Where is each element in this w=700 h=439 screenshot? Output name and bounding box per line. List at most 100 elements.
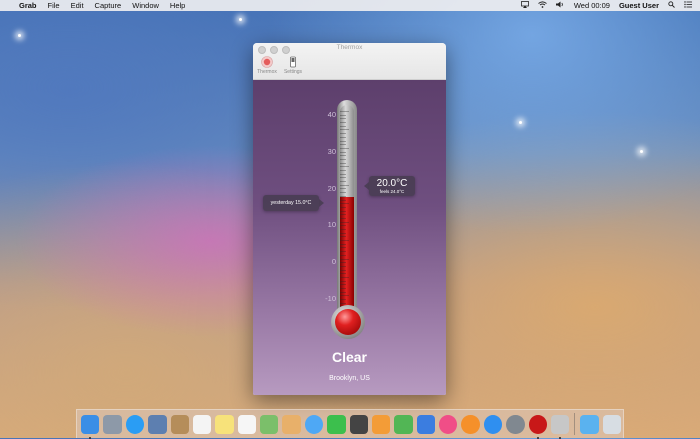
weather-condition: Clear — [331, 349, 368, 365]
preview-icon[interactable] — [148, 414, 167, 434]
tick-mark — [340, 195, 346, 197]
photo-booth-icon[interactable] — [349, 414, 368, 434]
spotlight-search-icon[interactable] — [668, 1, 675, 10]
tick-mark — [340, 258, 349, 260]
tick-mark — [340, 206, 346, 208]
tick-mark — [340, 151, 346, 153]
tick-mark — [340, 295, 349, 297]
thermometer-bulb — [335, 309, 361, 335]
settings-switch-icon — [287, 56, 299, 68]
toolbar-thermox-label: Thermox — [257, 69, 277, 75]
tick-mark — [340, 129, 349, 131]
dock-separator — [574, 413, 576, 435]
wallpaper-star — [18, 34, 21, 37]
tick-mark — [340, 299, 346, 301]
volume-icon[interactable] — [555, 1, 565, 10]
toolbar-settings-button[interactable]: Settings — [281, 56, 305, 75]
app-store-icon[interactable] — [483, 414, 503, 434]
thermometer-ticks — [340, 111, 360, 316]
window-titlebar[interactable]: Thermox Thermox Settings — [253, 43, 446, 80]
tick-mark — [340, 158, 346, 160]
downloads-folder-icon[interactable] — [580, 414, 599, 434]
tick-mark — [340, 240, 349, 242]
tick-mark — [340, 114, 346, 116]
tick-mark — [340, 273, 346, 275]
thermox-window: Thermox Thermox Settings 40 30 20 10 0 -… — [253, 43, 446, 395]
menu-bar: Grab File Edit Capture Window Help Wed 0… — [0, 0, 700, 11]
tick-mark — [340, 184, 349, 186]
numbers-icon[interactable] — [394, 414, 413, 434]
launchpad-icon[interactable] — [103, 414, 122, 434]
messages-icon[interactable] — [304, 414, 324, 434]
menu-edit[interactable]: Edit — [71, 1, 84, 10]
scale-label: 10 — [327, 220, 336, 229]
tick-mark — [340, 147, 349, 149]
clock[interactable]: Wed 00:09 — [574, 1, 610, 10]
feels-like-temperature: feels 24.0°C — [379, 189, 405, 194]
system-preferences-icon[interactable] — [506, 414, 525, 434]
tick-mark — [340, 232, 346, 234]
tick-mark — [340, 243, 346, 245]
tick-mark — [340, 221, 349, 223]
wallpaper-star — [640, 150, 643, 153]
menu-file[interactable]: File — [48, 1, 60, 10]
tick-mark — [340, 254, 346, 256]
wifi-icon[interactable] — [538, 1, 547, 10]
tick-mark — [340, 173, 346, 175]
menu-window[interactable]: Window — [132, 1, 159, 10]
thermox-icon[interactable] — [528, 414, 547, 439]
tick-mark — [340, 262, 346, 264]
safari-icon[interactable] — [125, 414, 145, 434]
grab-icon[interactable] — [550, 414, 570, 439]
current-temperature: 20.0°C — [376, 178, 408, 189]
airplay-icon[interactable] — [520, 1, 529, 10]
trash-icon[interactable] — [602, 414, 621, 434]
tick-mark — [340, 144, 346, 146]
ibooks-icon[interactable] — [461, 414, 480, 434]
photos-icon[interactable] — [282, 414, 301, 434]
weather-location: Brooklyn, US — [329, 375, 370, 382]
tick-mark — [340, 217, 346, 219]
weather-panel: 40 30 20 10 0 -10 20.0°C feels 24.0°C ye… — [253, 80, 446, 395]
tick-mark — [340, 133, 346, 135]
tick-mark — [340, 155, 346, 157]
itunes-icon[interactable] — [439, 414, 458, 434]
toolbar-settings-label: Settings — [283, 69, 303, 75]
wallpaper-star — [519, 121, 522, 124]
tick-mark — [340, 214, 346, 216]
calendar-icon[interactable] — [192, 414, 212, 434]
current-temp-bubble: 20.0°C feels 24.0°C — [364, 176, 415, 196]
tick-mark — [340, 125, 346, 127]
tick-mark — [340, 291, 346, 293]
menu-capture[interactable]: Capture — [95, 1, 122, 10]
notes-icon[interactable] — [215, 414, 234, 434]
tick-mark — [340, 302, 346, 304]
wallpaper-star — [239, 18, 242, 21]
toolbar-thermox-button[interactable]: Thermox — [255, 56, 279, 75]
tick-mark — [340, 210, 346, 212]
reminders-icon[interactable] — [237, 414, 256, 434]
finder-icon[interactable] — [81, 414, 100, 439]
scale-label: -10 — [325, 294, 336, 303]
scale-label: 30 — [327, 147, 336, 156]
tick-mark — [340, 118, 346, 120]
menu-help[interactable]: Help — [170, 1, 185, 10]
tick-mark — [340, 203, 349, 205]
tick-mark — [340, 269, 346, 271]
maps-icon[interactable] — [260, 414, 279, 434]
tick-mark — [340, 136, 346, 138]
notification-center-icon[interactable] — [684, 1, 692, 10]
tick-mark — [340, 170, 346, 171]
pages-icon[interactable] — [371, 414, 391, 434]
app-menu-grab[interactable]: Grab — [19, 1, 37, 10]
facetime-icon[interactable] — [327, 414, 346, 434]
thermox-icon — [261, 56, 273, 68]
tick-mark — [340, 276, 349, 278]
tick-mark — [340, 229, 346, 230]
tick-mark — [340, 288, 346, 289]
tick-mark — [340, 192, 346, 194]
tick-mark — [340, 251, 346, 253]
user-menu[interactable]: Guest User — [619, 1, 659, 10]
keynote-icon[interactable] — [416, 414, 435, 434]
contacts-icon[interactable] — [170, 414, 189, 434]
